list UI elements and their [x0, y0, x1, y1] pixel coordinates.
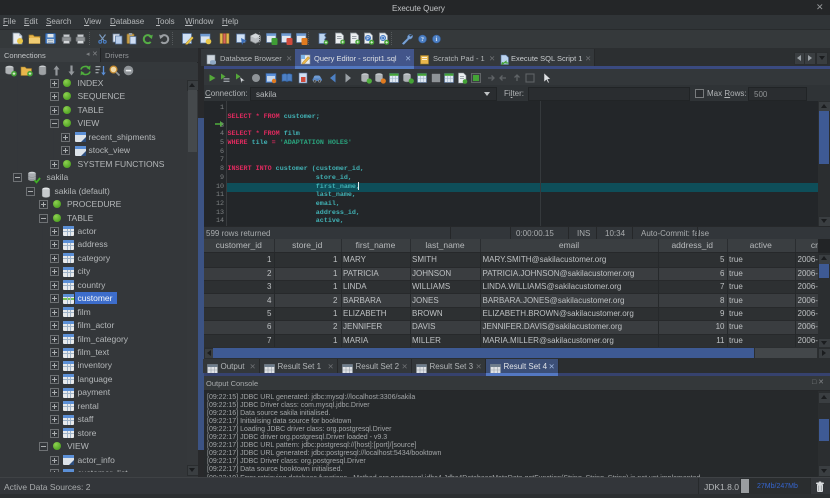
- svg-text:?: ?: [421, 37, 424, 43]
